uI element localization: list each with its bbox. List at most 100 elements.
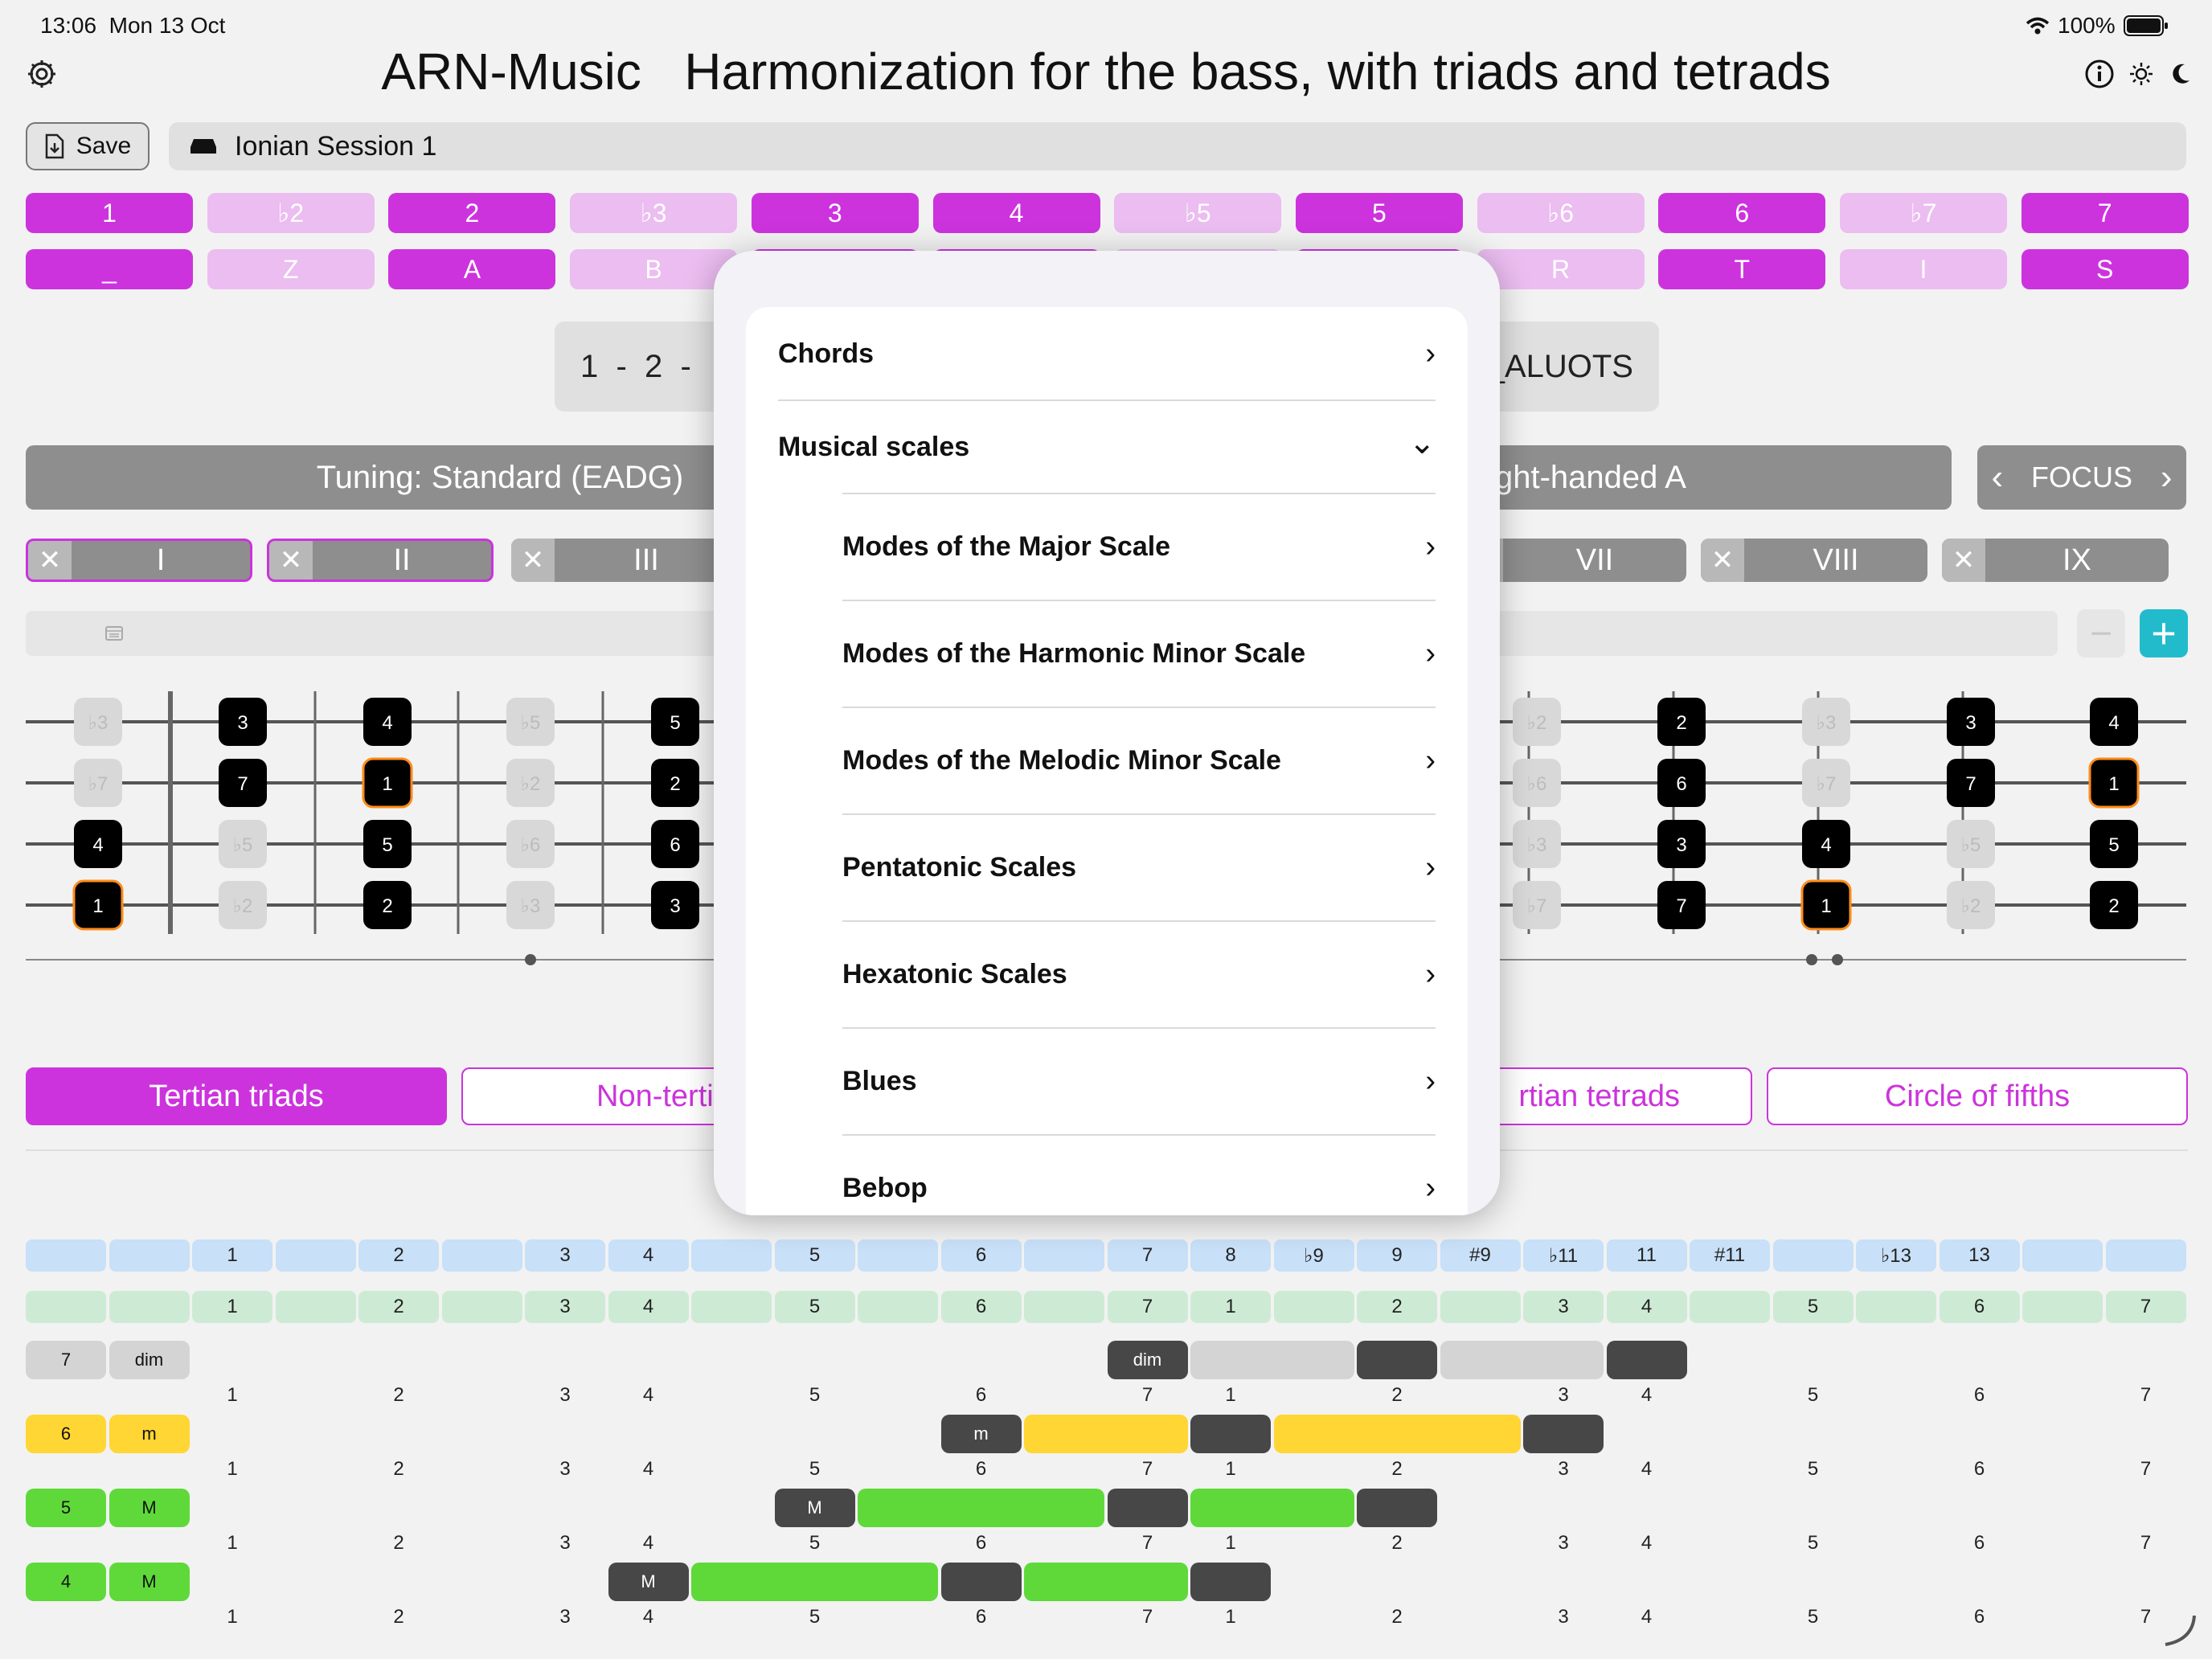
degree-button[interactable]: ♭3: [570, 193, 738, 233]
resize-handle-icon[interactable]: [2162, 1612, 2198, 1648]
close-icon[interactable]: ✕: [1701, 539, 1744, 582]
degree-button[interactable]: ♭2: [207, 193, 375, 233]
fret-note[interactable]: 1: [1800, 879, 1852, 931]
string-selector[interactable]: ✕ VIII: [1701, 539, 1927, 582]
chord-degree-badge[interactable]: 7: [26, 1341, 106, 1379]
fret-note[interactable]: 1: [362, 757, 413, 809]
fret-note[interactable]: 7: [1657, 881, 1706, 929]
fret-note[interactable]: 4: [1802, 820, 1850, 868]
chord-quality-badge[interactable]: m: [109, 1415, 190, 1453]
fret-note[interactable]: 7: [219, 759, 267, 807]
close-icon[interactable]: ✕: [269, 541, 313, 580]
fret-note[interactable]: ♭7: [1802, 759, 1850, 807]
fret-note[interactable]: 1: [2088, 757, 2140, 809]
chord-degree-badge[interactable]: 4: [26, 1563, 106, 1601]
menu-item[interactable]: Hexatonic Scales ›: [746, 921, 1468, 1028]
menu-item[interactable]: Modes of the Major Scale ›: [746, 494, 1468, 600]
fret-note[interactable]: 3: [651, 881, 699, 929]
degree-button[interactable]: 6: [1658, 193, 1826, 233]
degree-button[interactable]: 2: [388, 193, 556, 233]
fret-note[interactable]: ♭3: [1513, 820, 1561, 868]
save-button[interactable]: Save: [26, 122, 150, 170]
fret-note[interactable]: 4: [363, 698, 412, 746]
menu-item[interactable]: Blues ›: [746, 1028, 1468, 1135]
fret-note[interactable]: 3: [1947, 698, 1995, 746]
fret-note[interactable]: 6: [1657, 759, 1706, 807]
session-name-field[interactable]: Ionian Session 1: [169, 122, 2186, 170]
degree-button[interactable]: 7: [2021, 193, 2189, 233]
chord-degree-badge[interactable]: 5: [26, 1489, 106, 1527]
string-selector[interactable]: ✕ I: [26, 539, 252, 582]
fret-note[interactable]: 3: [1657, 820, 1706, 868]
fret-note[interactable]: ♭5: [506, 698, 555, 746]
chord-degree-badge[interactable]: 6: [26, 1415, 106, 1453]
fret-note[interactable]: ♭7: [74, 759, 122, 807]
fret-note[interactable]: ♭3: [506, 881, 555, 929]
close-icon[interactable]: ✕: [28, 541, 72, 580]
fret-note[interactable]: ♭2: [506, 759, 555, 807]
chord-quality-badge[interactable]: M: [109, 1563, 190, 1601]
zoom-out-button[interactable]: −: [2077, 609, 2125, 657]
close-icon[interactable]: ✕: [1942, 539, 1985, 582]
menu-item[interactable]: Bebop ›: [746, 1135, 1468, 1215]
fret-note[interactable]: ♭2: [1947, 881, 1995, 929]
fret-note[interactable]: ♭2: [1513, 698, 1561, 746]
letter-button[interactable]: A: [388, 249, 556, 289]
fret-note[interactable]: ♭6: [506, 820, 555, 868]
degree-button[interactable]: 3: [751, 193, 919, 233]
sun-icon[interactable]: [2128, 61, 2154, 91]
degree-button[interactable]: ♭7: [1840, 193, 2007, 233]
fret-note[interactable]: 4: [2090, 698, 2138, 746]
letter-button[interactable]: I: [1840, 249, 2007, 289]
fret-note[interactable]: 2: [651, 759, 699, 807]
letter-button[interactable]: _: [26, 249, 193, 289]
fret-note[interactable]: 5: [651, 698, 699, 746]
fret-note[interactable]: ♭6: [1513, 759, 1561, 807]
chevron-left-icon[interactable]: ‹: [1991, 457, 2003, 498]
letter-button[interactable]: R: [1477, 249, 1645, 289]
menu-item[interactable]: Modes of the Melodic Minor Scale ›: [746, 707, 1468, 814]
info-icon[interactable]: [2083, 58, 2116, 94]
fret-note[interactable]: 4: [74, 820, 122, 868]
degree-button[interactable]: 5: [1295, 193, 1463, 233]
letter-button[interactable]: S: [2021, 249, 2189, 289]
letter-button[interactable]: T: [1658, 249, 1826, 289]
fret-note[interactable]: 6: [651, 820, 699, 868]
degree-button[interactable]: ♭6: [1477, 193, 1645, 233]
chord-quality-badge[interactable]: M: [109, 1489, 190, 1527]
menu-item[interactable]: Musical scales ⌄: [746, 400, 1468, 494]
fret-note[interactable]: ♭5: [1947, 820, 1995, 868]
tab-3[interactable]: Circle of fifths: [1767, 1067, 2188, 1125]
fret-note[interactable]: 2: [363, 881, 412, 929]
fret-note[interactable]: 3: [219, 698, 267, 746]
menu-item[interactable]: Modes of the Harmonic Minor Scale ›: [746, 600, 1468, 707]
degree-button[interactable]: 4: [932, 193, 1100, 233]
fret-note[interactable]: 7: [1947, 759, 1995, 807]
fret-note[interactable]: 2: [2090, 881, 2138, 929]
menu-item[interactable]: Pentatonic Scales ›: [746, 814, 1468, 921]
close-icon[interactable]: ✕: [511, 539, 555, 582]
moon-icon[interactable]: [2169, 61, 2193, 91]
fret-note[interactable]: 5: [363, 820, 412, 868]
fret-note[interactable]: ♭7: [1513, 881, 1561, 929]
fret-note[interactable]: ♭3: [74, 698, 122, 746]
string-selector[interactable]: ✕ II: [267, 539, 494, 582]
tab-0[interactable]: Tertian triads: [26, 1067, 447, 1125]
menu-item[interactable]: Chords ›: [746, 307, 1468, 400]
fret-note[interactable]: 2: [1657, 698, 1706, 746]
fret-note[interactable]: ♭5: [219, 820, 267, 868]
fret-note[interactable]: ♭2: [219, 881, 267, 929]
chord-quality-badge[interactable]: dim: [109, 1341, 190, 1379]
string-selector[interactable]: ✕ III: [511, 539, 738, 582]
degree-button[interactable]: ♭5: [1114, 193, 1282, 233]
degree-button[interactable]: 1: [26, 193, 193, 233]
string-selector[interactable]: ✕ IX: [1942, 539, 2169, 582]
gear-icon[interactable]: [26, 58, 58, 90]
letter-button[interactable]: Z: [207, 249, 375, 289]
zoom-in-button[interactable]: +: [2140, 609, 2188, 657]
fret-note[interactable]: 5: [2090, 820, 2138, 868]
letter-button[interactable]: B: [570, 249, 738, 289]
fret-note[interactable]: ♭3: [1802, 698, 1850, 746]
fret-note[interactable]: 1: [72, 879, 124, 931]
chevron-right-icon[interactable]: ›: [2161, 457, 2173, 498]
